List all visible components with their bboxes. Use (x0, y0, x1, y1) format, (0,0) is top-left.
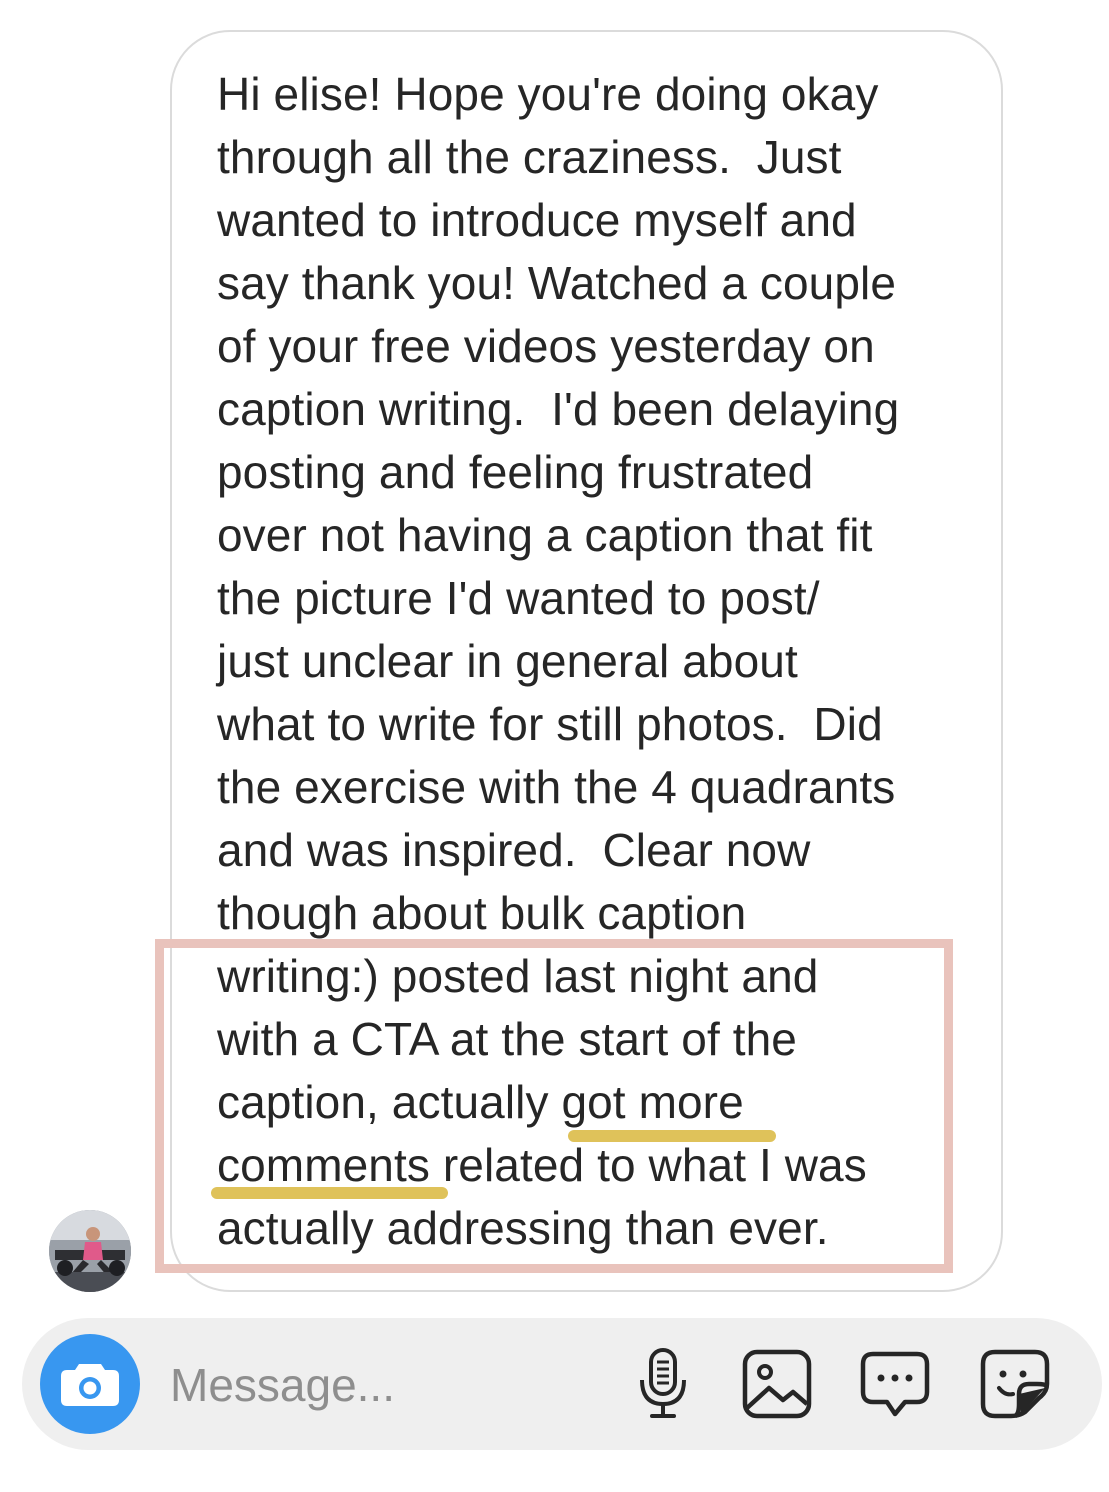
microphone-button[interactable] (625, 1346, 701, 1422)
message-line: just unclear in general about (217, 635, 798, 687)
microphone-icon (640, 1348, 686, 1418)
message-line: the picture I'd wanted to post/ (217, 572, 820, 624)
message-line: through all the craziness. Just (217, 131, 842, 183)
message-line: posting and feeling frustrated (217, 446, 814, 498)
gallery-icon (742, 1349, 812, 1419)
message-line: and was inspired. Clear now (217, 824, 811, 876)
message-line: actually addressing than ever. (217, 1202, 829, 1254)
message-line: the exercise with the 4 quadrants (217, 761, 896, 813)
message-input[interactable] (170, 1350, 610, 1420)
highlight-underline (211, 1187, 448, 1199)
highlight-underline (568, 1130, 776, 1142)
chat-options-button[interactable] (857, 1346, 933, 1422)
message-line: with a CTA at the start of the (217, 1013, 797, 1065)
message-line: Hi elise! Hope you're doing okay (217, 68, 879, 120)
sticker-icon (980, 1349, 1050, 1419)
message-line: caption writing. I'd been delaying (217, 383, 900, 435)
message-line: though about bulk caption (217, 887, 747, 939)
message-line: caption, actually got more (217, 1076, 744, 1128)
gallery-button[interactable] (739, 1346, 815, 1422)
camera-button[interactable] (40, 1334, 140, 1434)
camera-icon (61, 1364, 119, 1406)
message-line: what to write for still photos. Did (217, 698, 883, 750)
sticker-button[interactable] (977, 1346, 1053, 1422)
avatar-photo-icon (49, 1210, 131, 1292)
avatar[interactable] (49, 1210, 131, 1292)
message-text: Hi elise! Hope you're doing okay through… (217, 63, 977, 1260)
message-line: writing:) posted last night and (217, 950, 819, 1002)
message-line: over not having a caption that fit (217, 509, 873, 561)
chat-icon (860, 1351, 930, 1417)
message-line: wanted to introduce myself and (217, 194, 857, 246)
message-line: say thank you! Watched a couple (217, 257, 897, 309)
message-line: of your free videos yesterday on (217, 320, 875, 372)
